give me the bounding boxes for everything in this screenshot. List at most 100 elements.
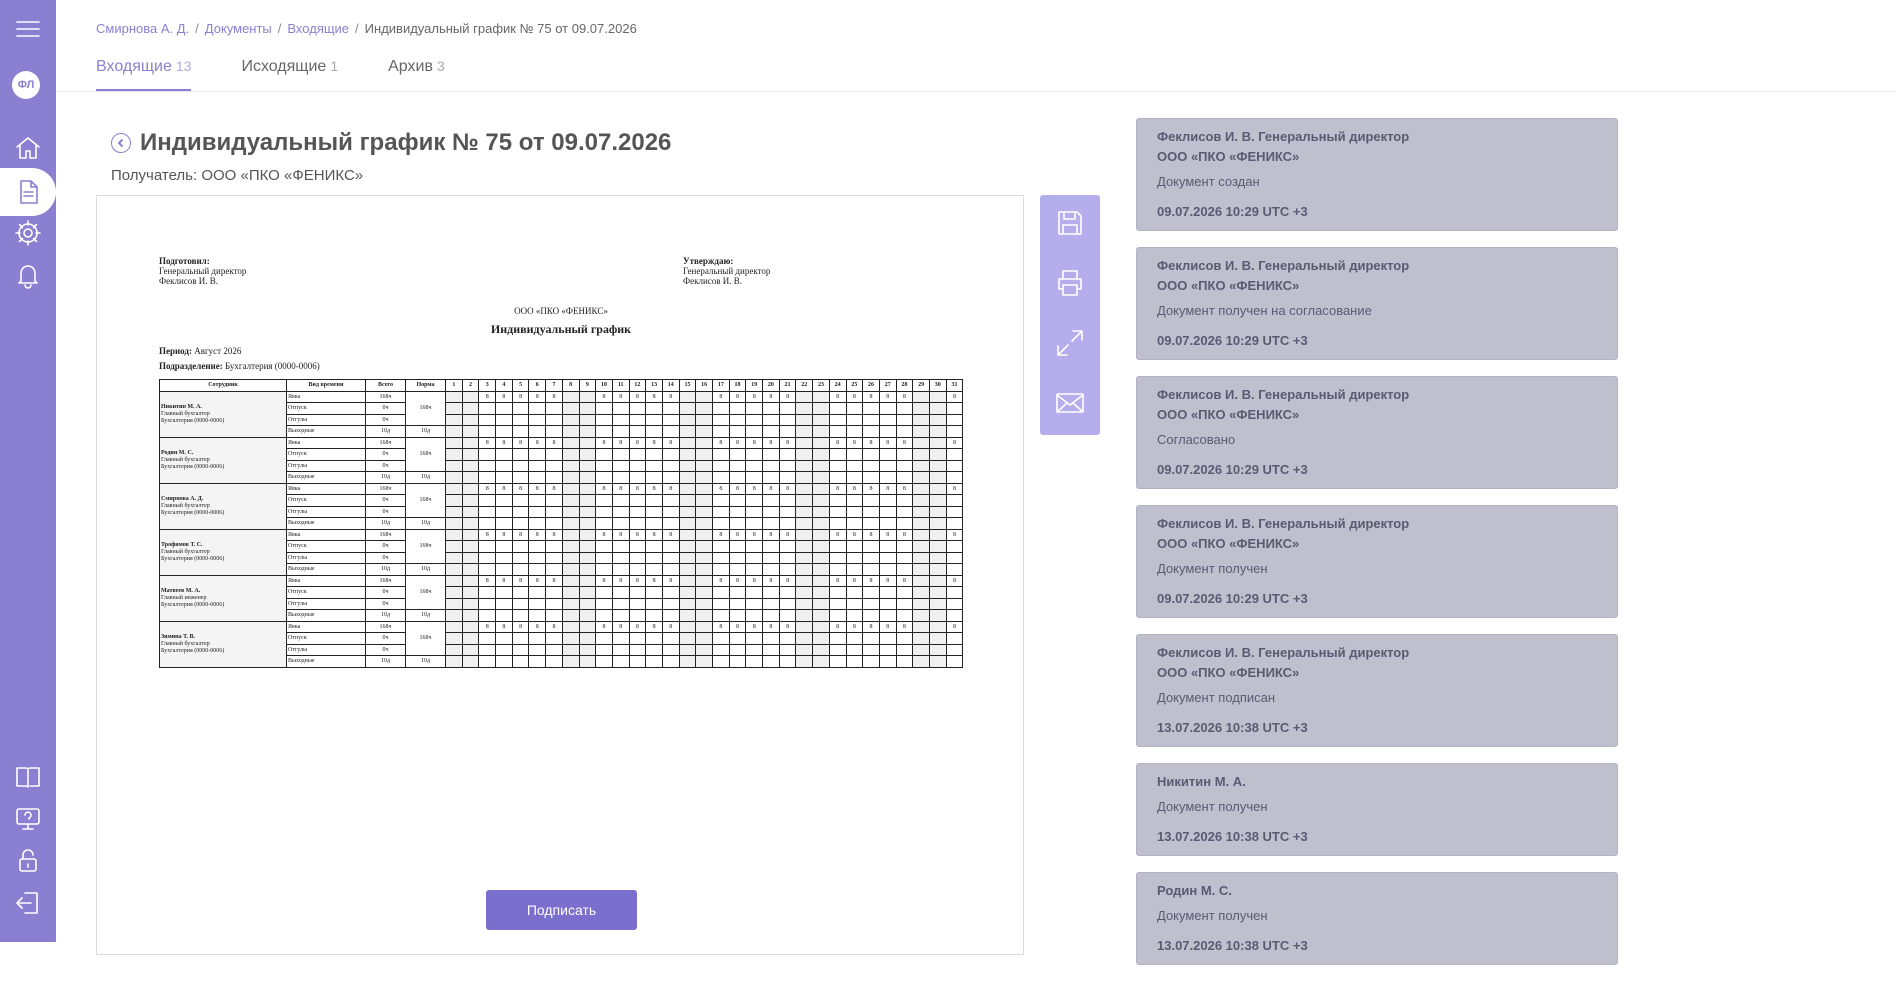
sign-button[interactable]: Подписать <box>486 890 637 930</box>
tab-incoming[interactable]: Входящие 13 <box>96 58 192 92</box>
day-cell <box>812 413 830 426</box>
menu-icon[interactable] <box>8 9 48 49</box>
day-cell <box>828 413 847 426</box>
book-icon[interactable] <box>8 757 48 797</box>
day-cell <box>812 643 830 656</box>
col-day: 4 <box>495 379 513 392</box>
breadcrumb-user[interactable]: Смирнова А. Д. <box>96 21 189 36</box>
day-cell <box>895 413 914 426</box>
day-cell <box>878 413 897 426</box>
day-cell <box>561 563 580 576</box>
day-cell <box>778 563 797 576</box>
breadcrumb-documents[interactable]: Документы <box>205 21 272 36</box>
day-cell <box>828 425 847 438</box>
day-cell <box>745 505 764 518</box>
day-cell <box>895 448 914 461</box>
day-cell <box>561 471 580 484</box>
day-cell <box>845 540 864 553</box>
day-cell <box>878 609 897 622</box>
day-cell <box>661 655 680 668</box>
day-cell <box>678 563 697 576</box>
mail-icon[interactable] <box>1054 387 1086 419</box>
day-cell <box>578 505 597 518</box>
event-description: Документ получен <box>1157 799 1268 814</box>
day-cell: 8 <box>661 574 680 587</box>
day-cell: 8 <box>595 574 613 587</box>
day-cell <box>628 586 647 599</box>
lock-icon[interactable] <box>8 841 48 881</box>
day-cell <box>611 609 630 622</box>
day-cell <box>845 563 864 576</box>
event-timestamp: 09.07.2026 10:29 UTC +3 <box>1157 591 1308 606</box>
day-cell <box>645 632 663 645</box>
kind-cell: Выходные <box>286 425 366 438</box>
tab-outgoing[interactable]: Исходящие 1 <box>241 58 338 92</box>
back-button[interactable] <box>111 133 131 153</box>
day-cell <box>795 413 814 426</box>
breadcrumb-incoming[interactable]: Входящие <box>287 21 349 36</box>
day-cell <box>461 494 480 507</box>
day-cell <box>678 448 697 461</box>
day-cell <box>595 517 613 530</box>
day-cell <box>728 540 747 553</box>
day-cell <box>561 402 580 415</box>
home-icon[interactable] <box>8 128 48 168</box>
tab-archive[interactable]: Архив 3 <box>388 58 445 92</box>
day-cell <box>912 505 930 518</box>
day-cell <box>945 402 964 415</box>
day-cell <box>712 597 730 610</box>
day-cell <box>678 482 697 495</box>
day-cell <box>528 655 547 668</box>
day-cell <box>678 597 697 610</box>
day-cell <box>578 459 597 472</box>
event-description: Документ получен <box>1157 561 1268 576</box>
day-cell: 8 <box>478 482 497 495</box>
documents-icon[interactable] <box>8 172 48 212</box>
norm-hours-cell: 168ч <box>405 574 446 610</box>
day-cell: 8 <box>862 620 880 633</box>
help-icon[interactable] <box>8 799 48 839</box>
day-cell <box>828 540 847 553</box>
day-cell <box>712 459 730 472</box>
print-icon[interactable] <box>1054 267 1086 299</box>
event-organization: ООО «ПКО «ФЕНИКС» <box>1157 407 1300 422</box>
day-cell: 8 <box>511 390 530 403</box>
total-cell: 168ч <box>365 390 406 403</box>
day-cell <box>511 586 530 599</box>
day-cell <box>862 540 880 553</box>
day-cell: 8 <box>745 390 764 403</box>
day-cell <box>878 425 897 438</box>
day-cell <box>895 517 914 530</box>
notifications-icon[interactable] <box>8 255 48 295</box>
day-cell <box>712 632 730 645</box>
day-cell <box>545 425 563 438</box>
history-item: Родин М. С. Документ получен 13.07.2026 10… <box>1136 872 1618 965</box>
avatar[interactable]: ФЛ <box>12 71 40 99</box>
day-cell: 8 <box>895 574 914 587</box>
day-cell <box>795 482 814 495</box>
save-icon[interactable] <box>1054 207 1086 239</box>
day-cell <box>628 459 647 472</box>
logout-icon[interactable] <box>8 883 48 923</box>
day-cell <box>445 413 463 426</box>
event-description: Документ получен <box>1157 908 1268 923</box>
day-cell <box>678 471 697 484</box>
day-cell <box>661 609 680 622</box>
settings-icon[interactable] <box>8 213 48 253</box>
day-cell <box>511 505 530 518</box>
expand-icon[interactable] <box>1054 327 1086 359</box>
day-cell <box>928 551 947 564</box>
day-cell <box>895 563 914 576</box>
day-cell <box>545 655 563 668</box>
kind-cell: Отгулы <box>286 551 366 564</box>
day-cell <box>445 655 463 668</box>
day-cell <box>478 505 497 518</box>
day-cell <box>695 505 713 518</box>
total-cell: 168ч <box>365 620 406 633</box>
day-cell <box>762 425 780 438</box>
day-cell <box>728 609 747 622</box>
day-cell <box>628 597 647 610</box>
day-cell <box>495 471 513 484</box>
day-cell <box>762 494 780 507</box>
day-cell: 8 <box>528 436 547 449</box>
